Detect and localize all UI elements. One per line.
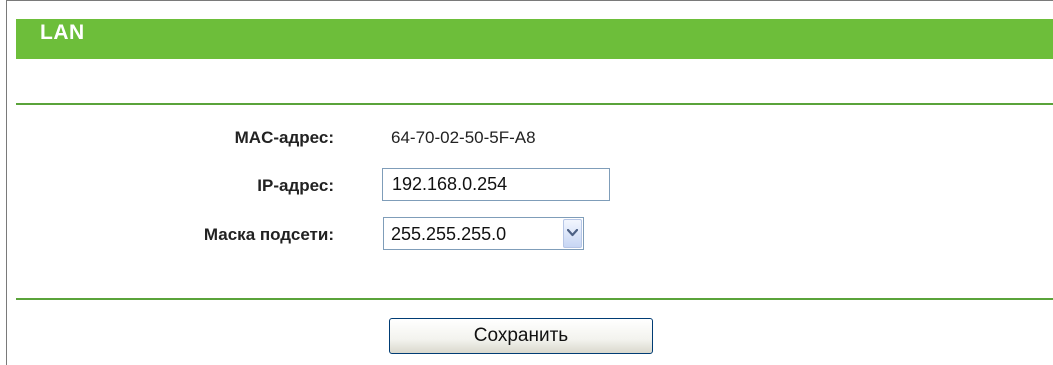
mac-address-label: MAC-адрес: [234, 128, 334, 147]
divider-top [16, 103, 1053, 105]
mac-address-value: 64-70-02-50-5F-A8 [391, 128, 536, 147]
subnet-mask-select[interactable]: 255.255.255.0 [383, 217, 584, 250]
section-title-bar [16, 19, 1053, 59]
ip-address-input[interactable] [382, 168, 610, 201]
section-title: LAN [40, 21, 85, 44]
subnet-mask-value: 255.255.255.0 [391, 224, 507, 244]
ip-address-label: IP-адрес: [257, 176, 334, 195]
dropdown-arrow-button[interactable] [563, 219, 582, 248]
frame-border-top [6, 0, 1053, 1]
chevron-down-icon [567, 229, 578, 237]
frame-border-left [6, 0, 7, 365]
save-button[interactable]: Сохранить [389, 318, 653, 354]
subnet-mask-label: Маска подсети: [203, 225, 334, 244]
divider-bottom [16, 298, 1053, 300]
